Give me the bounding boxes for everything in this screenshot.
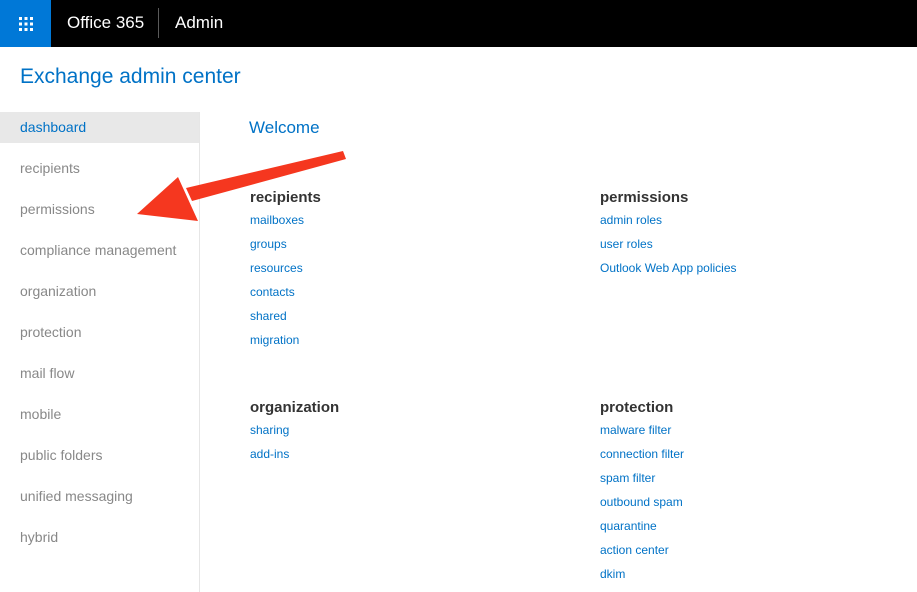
topbar-divider bbox=[158, 8, 159, 38]
sidebar-item-hybrid[interactable]: hybrid bbox=[0, 522, 199, 553]
sidebar-item-compliance-management[interactable]: compliance management bbox=[0, 235, 199, 266]
link-user-roles[interactable]: user roles bbox=[600, 232, 860, 256]
section-name: Admin bbox=[175, 13, 224, 32]
link-admin-roles[interactable]: admin roles bbox=[600, 208, 860, 232]
sidebar-item-organization[interactable]: organization bbox=[0, 276, 199, 307]
sidebar-item-mail-flow[interactable]: mail flow bbox=[0, 358, 199, 389]
group-title-permissions: permissions bbox=[600, 189, 689, 206]
link-groups[interactable]: groups bbox=[250, 232, 510, 256]
group-title-organization: organization bbox=[250, 399, 340, 416]
sidebar-item-unified-messaging[interactable]: unified messaging bbox=[0, 481, 199, 512]
link-dkim[interactable]: dkim bbox=[600, 562, 860, 586]
app-launcher-button[interactable] bbox=[0, 0, 51, 47]
organization-group: organization sharing add-ins bbox=[250, 398, 510, 466]
link-shared[interactable]: shared bbox=[250, 304, 510, 328]
link-action-center[interactable]: action center bbox=[600, 538, 860, 562]
sidebar-item-public-folders[interactable]: public folders bbox=[0, 440, 199, 471]
link-migration[interactable]: migration bbox=[250, 328, 510, 352]
app-launcher-icon bbox=[18, 16, 33, 31]
page-title: Exchange admin center bbox=[20, 65, 241, 88]
link-owa-policies[interactable]: Outlook Web App policies bbox=[600, 256, 860, 280]
link-outbound-spam[interactable]: outbound spam bbox=[600, 490, 860, 514]
sidebar-item-protection[interactable]: protection bbox=[0, 317, 199, 348]
link-connection-filter[interactable]: connection filter bbox=[600, 442, 860, 466]
link-quarantine[interactable]: quarantine bbox=[600, 514, 860, 538]
app-name-link[interactable]: Office 365 bbox=[67, 12, 144, 34]
sidebar-item-mobile[interactable]: mobile bbox=[0, 399, 199, 430]
permissions-group: permissions admin roles user roles Outlo… bbox=[600, 188, 860, 280]
sidebar-item-recipients[interactable]: recipients bbox=[0, 153, 199, 184]
sidebar-nav: dashboard recipients permissions complia… bbox=[0, 112, 200, 592]
sidebar-item-dashboard[interactable]: dashboard bbox=[0, 112, 199, 143]
link-add-ins[interactable]: add-ins bbox=[250, 442, 510, 466]
link-mailboxes[interactable]: mailboxes bbox=[250, 208, 510, 232]
protection-group: protection malware filter connection fil… bbox=[600, 398, 860, 586]
sidebar-item-permissions[interactable]: permissions bbox=[0, 194, 199, 225]
group-title-recipients: recipients bbox=[250, 189, 321, 206]
top-bar: Office 365 Admin bbox=[0, 0, 917, 47]
link-sharing[interactable]: sharing bbox=[250, 418, 510, 442]
link-contacts[interactable]: contacts bbox=[250, 280, 510, 304]
recipients-group: recipients mailboxes groups resources co… bbox=[250, 188, 510, 352]
group-title-protection: protection bbox=[600, 399, 674, 416]
link-malware-filter[interactable]: malware filter bbox=[600, 418, 860, 442]
link-resources[interactable]: resources bbox=[250, 256, 510, 280]
link-spam-filter[interactable]: spam filter bbox=[600, 466, 860, 490]
welcome-heading: Welcome bbox=[249, 118, 320, 137]
